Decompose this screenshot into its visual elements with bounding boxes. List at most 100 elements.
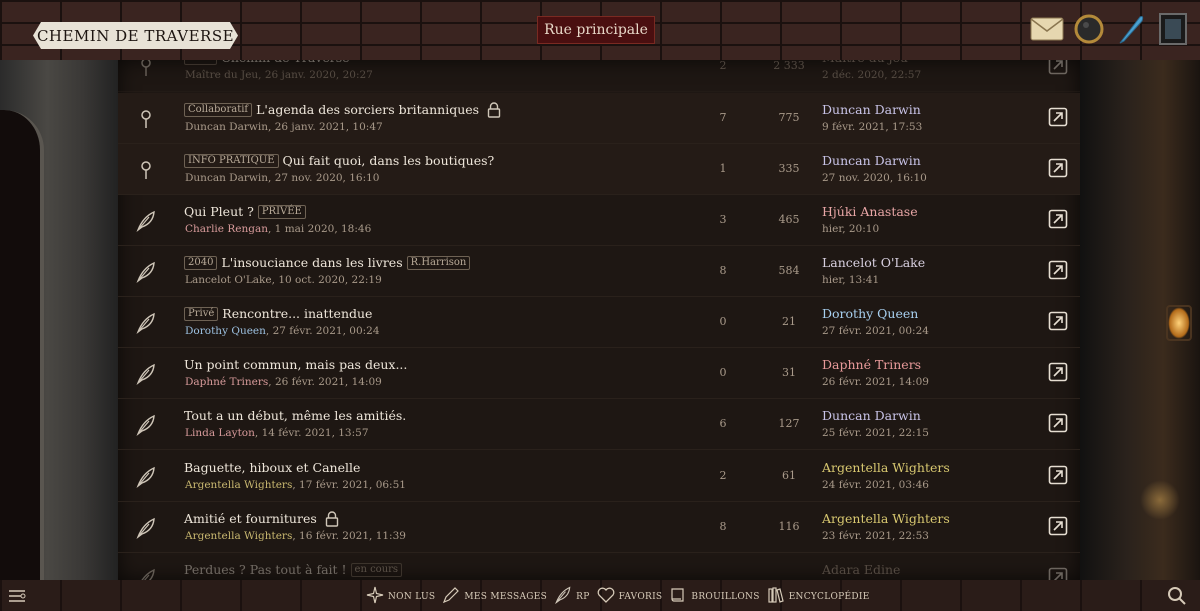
goto-last-post-icon[interactable] [1048,413,1068,433]
topic-row[interactable]: Qui Pleut ? PRIVÉE Charlie Rengan, 1 mai 2… [118,195,1080,246]
pen-icon [441,585,461,608]
bottom-nav-non-lus[interactable]: NON LUS [365,585,435,608]
portrait-icon[interactable] [1156,12,1190,46]
site-title-button[interactable]: CHEMIN DE TRAVERSE [33,22,238,49]
topic-title-link[interactable]: Baguette, hiboux et Canelle [184,460,360,475]
last-post-user-link[interactable]: Daphné Triners [822,357,921,372]
scroll-icon [668,585,688,608]
last-post-user-link[interactable]: Dorothy Queen [822,306,918,321]
last-post-user-link[interactable]: Duncan Darwin [822,408,921,423]
last-post-user-link[interactable]: Duncan Darwin [822,153,921,168]
topic-author-link[interactable]: Argentella Wighters [185,530,292,542]
bottom-bar: NON LUS MES MESSAGES RP FAVORIS BROUILLONS EN… [0,580,1200,611]
lantern-icon [1166,305,1192,341]
topic-author-link[interactable]: Daphné Triners [185,376,268,388]
topic-title-link[interactable]: Qui fait quoi, dans les boutiques? [283,153,495,168]
topic-title-line: INFO PRATIQUE Qui fait quoi, dans les bou… [184,153,494,168]
last-post-user-link[interactable]: Maître du jeu [822,60,908,65]
topic-tag: R.Harrison [406,255,471,270]
topic-row[interactable]: Privé Rencontre... inattendue Dorothy Quee… [118,297,1080,348]
goto-last-post-icon[interactable] [1048,567,1068,580]
topic-title-link[interactable]: Perdues ? Pas tout à fait ! [184,562,347,577]
topic-title-link[interactable]: Tout a un début, même les amitiés. [184,408,406,423]
topic-title-link[interactable]: Amitié et fournitures [184,511,317,526]
topic-author-link[interactable]: Lancelot O'Lake [185,274,272,286]
last-post-user-link[interactable]: Argentella Wighters [822,511,950,526]
pin-icon [134,107,158,131]
topic-author-link[interactable]: Duncan Darwin [185,172,268,184]
bottom-nav-encyclop-die[interactable]: ENCYCLOPÉDIE [766,585,870,608]
topic-row[interactable]: Perdues ? Pas tout à fait ! en cours Adara… [118,553,1080,580]
view-count: 465 [778,213,800,226]
last-post-user-link[interactable]: Duncan Darwin [822,102,921,117]
topic-row[interactable]: Amitié et fournitures Argentella Wighters… [118,502,1080,553]
last-post-date: hier, 13:41 [822,274,880,286]
view-count: 31 [782,366,796,379]
goto-last-post-icon[interactable] [1048,60,1068,75]
bottom-nav: NON LUS MES MESSAGES RP FAVORIS BROUILLONS EN… [365,585,870,608]
topic-title-link[interactable]: L'insouciance dans les livres [221,255,402,270]
last-post-user-link[interactable]: Adara Edine [822,562,900,577]
topic-date: 10 oct. 2020, 22:19 [278,274,382,286]
bottom-nav-brouillons[interactable]: BROUILLONS [668,585,759,608]
goto-last-post-icon[interactable] [1048,362,1068,382]
topic-tag: Collaboratif [184,102,253,117]
top-bar: CHEMIN DE TRAVERSE Rue principale [0,0,1200,60]
topic-date: 14 févr. 2021, 13:57 [261,427,369,439]
bottom-nav-label: FAVORIS [618,591,663,602]
topic-tag: PRIVÉE [257,204,306,219]
lock-icon [325,511,339,527]
topic-author-link[interactable]: Duncan Darwin [185,121,268,133]
goto-last-post-icon[interactable] [1048,107,1068,127]
topic-author-link[interactable]: Argentella Wighters [185,479,292,491]
topic-author-link[interactable]: Charlie Rengan [185,223,268,235]
topic-row[interactable]: Baguette, hiboux et Canelle Argentella Wi… [118,451,1080,502]
bottom-nav-mes-messages[interactable]: MES MESSAGES [441,585,547,608]
bottom-nav-rp[interactable]: RP [553,585,589,608]
topic-author-link[interactable]: Maître du Jeu [185,69,258,81]
goto-last-post-icon[interactable] [1048,158,1068,178]
topic-author-link[interactable]: Dorothy Queen [185,325,266,337]
topic-title-line: Tout a un début, même les amitiés. [184,408,406,423]
last-post-user-link[interactable]: Lancelot O'Lake [822,255,925,270]
topic-date: 27 nov. 2020, 16:10 [274,172,380,184]
topic-row[interactable]: Tout a un début, même les amitiés. Linda … [118,399,1080,450]
topic-author-line: Daphné Triners, 26 févr. 2021, 14:09 [185,376,382,388]
search-icon[interactable] [1166,585,1188,607]
top-icons [1030,12,1190,46]
bottom-nav-favoris[interactable]: FAVORIS [596,585,663,608]
feather-icon [134,465,158,489]
goto-last-post-icon[interactable] [1048,516,1068,536]
view-count: 775 [778,111,800,124]
topic-title-link[interactable]: Chemin de Traverse [221,60,349,65]
envelope-icon[interactable] [1030,12,1064,46]
topic-author-link[interactable]: Linda Layton [185,427,255,439]
topic-row[interactable]: InfosChemin de Traverse Maître du Jeu, 26… [118,60,1080,92]
topic-author-line: Linda Layton, 14 févr. 2021, 13:57 [185,427,369,439]
menu-icon[interactable] [6,585,28,607]
goto-last-post-icon[interactable] [1048,260,1068,280]
topic-row[interactable]: Un point commun, mais pas deux... Daphné … [118,348,1080,399]
topic-row[interactable]: INFO PRATIQUE Qui fait quoi, dans les bou… [118,144,1080,195]
feather-icon [553,585,573,608]
main-street-button[interactable]: Rue principale [537,16,655,44]
mirror-icon[interactable] [1072,12,1106,46]
topic-author-line: Duncan Darwin, 27 nov. 2020, 16:10 [185,172,380,184]
topic-title-link[interactable]: Un point commun, mais pas deux... [184,357,407,372]
goto-last-post-icon[interactable] [1048,311,1068,331]
goto-last-post-icon[interactable] [1048,209,1068,229]
topic-author-line: Duncan Darwin, 26 janv. 2021, 10:47 [185,121,383,133]
topic-title-link[interactable]: Rencontre... inattendue [222,306,372,321]
street-scene-decoration [1078,60,1200,580]
last-post-user-link[interactable]: Argentella Wighters [822,460,950,475]
topic-row[interactable]: 2040 L'insouciance dans les livres R.Harri… [118,246,1080,297]
goto-last-post-icon[interactable] [1048,465,1068,485]
topic-row[interactable]: Collaboratif L'agenda des sorciers britan… [118,93,1080,144]
quill-icon[interactable] [1114,12,1148,46]
topic-title-link[interactable]: L'agenda des sorciers britanniques [256,102,479,117]
topic-author-line: Dorothy Queen, 27 févr. 2021, 00:24 [185,325,380,337]
topic-title-link[interactable]: Qui Pleut ? [184,204,254,219]
feather-icon [134,567,158,580]
last-post-user-link[interactable]: Hjúki Anastase [822,204,918,219]
topic-date: 26 févr. 2021, 14:09 [274,376,382,388]
